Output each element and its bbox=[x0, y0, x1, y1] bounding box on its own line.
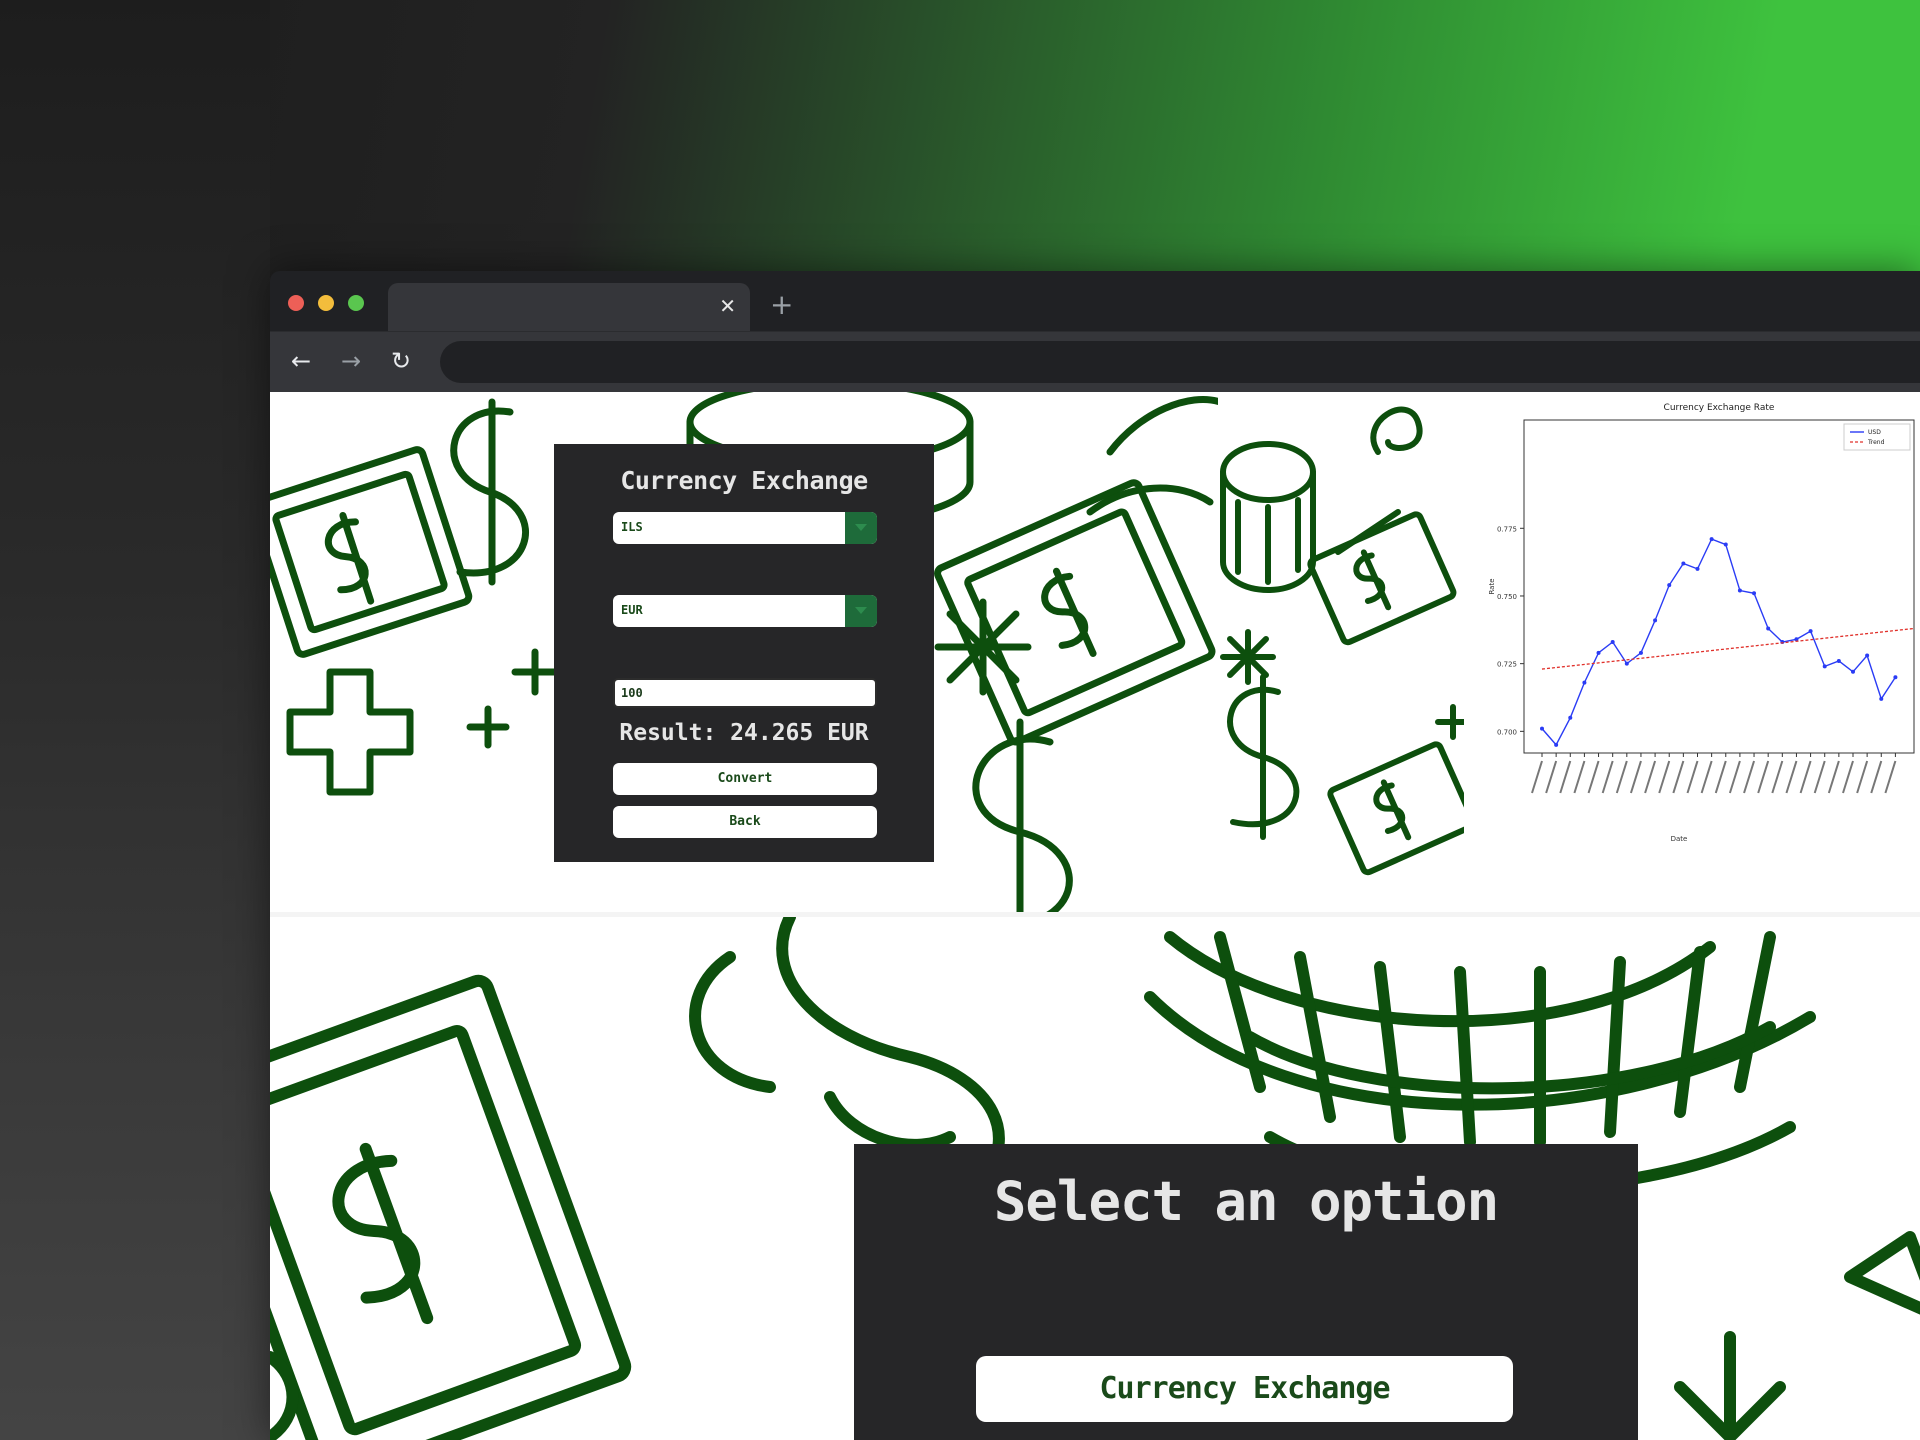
x-tick-label bbox=[1686, 760, 1699, 794]
usd-data-point bbox=[1752, 591, 1757, 596]
browser-tab[interactable]: ✕ bbox=[388, 283, 750, 331]
menu-screenshot-panel: Select an option Currency Exchange bbox=[270, 917, 1920, 1440]
legend-usd-label: USD bbox=[1868, 429, 1881, 436]
browser-window: ✕ + ← → ↻ Currency Exchange ILS EUR 100 … bbox=[270, 271, 1920, 1440]
x-tick-label bbox=[1672, 760, 1685, 794]
select-option-dialog: Select an option Currency Exchange bbox=[854, 1144, 1638, 1440]
usd-series-line bbox=[1541, 538, 1896, 747]
currency-exchange-button[interactable]: Currency Exchange bbox=[976, 1356, 1513, 1422]
back-arrow-icon[interactable]: ← bbox=[286, 346, 316, 376]
x-tick-label bbox=[1884, 760, 1897, 794]
to-currency-select[interactable]: EUR bbox=[613, 595, 877, 627]
forward-arrow-icon[interactable]: → bbox=[336, 346, 366, 376]
x-tick-label bbox=[1785, 760, 1798, 794]
chevron-down-icon[interactable] bbox=[845, 512, 877, 544]
usd-data-point bbox=[1653, 618, 1658, 623]
y-axis-label: Rate bbox=[1488, 578, 1496, 594]
chevron-down-icon[interactable] bbox=[845, 595, 877, 627]
trend-line bbox=[1541, 627, 1915, 670]
usd-data-point bbox=[1822, 664, 1827, 669]
usd-data-point bbox=[1737, 588, 1742, 593]
x-tick-label bbox=[1842, 760, 1854, 794]
usd-data-point bbox=[1610, 640, 1615, 644]
y-tick-label: 0.700 bbox=[1497, 728, 1517, 736]
legend-box bbox=[1843, 423, 1911, 451]
maximize-window-button[interactable] bbox=[348, 295, 364, 311]
x-tick-label bbox=[1813, 760, 1826, 794]
chart-screenshot-panel: Currency Exchange Rate 0.775 0.750 0.725 0.7… bbox=[1218, 392, 1920, 912]
x-tick-label bbox=[1573, 760, 1586, 794]
x-tick-label bbox=[1587, 760, 1600, 794]
minimize-window-button[interactable] bbox=[318, 295, 334, 311]
x-tick-label bbox=[1870, 760, 1883, 794]
y-tick-label: 0.775 bbox=[1497, 525, 1517, 533]
y-tick-label: 0.725 bbox=[1497, 661, 1517, 669]
x-axis-label: Date bbox=[1671, 835, 1688, 843]
exchange-screenshot-panel: Currency Exchange ILS EUR 100 Result: 24… bbox=[270, 392, 1218, 912]
x-tick-label bbox=[1644, 760, 1657, 794]
legend-trend-label: Trend bbox=[1867, 439, 1885, 446]
x-tick-label bbox=[1615, 760, 1628, 794]
usd-data-point bbox=[1836, 658, 1841, 663]
chart-svg: Currency Exchange Rate 0.775 0.750 0.725 0.7… bbox=[1488, 403, 1915, 843]
usd-data-point bbox=[1808, 629, 1813, 634]
amount-value: 100 bbox=[621, 686, 643, 700]
usd-data-point bbox=[1624, 661, 1629, 666]
usd-data-point bbox=[1638, 650, 1643, 655]
from-currency-select[interactable]: ILS bbox=[613, 512, 877, 544]
x-tick-label bbox=[1559, 760, 1572, 794]
usd-data-point bbox=[1540, 726, 1544, 731]
x-tick-label bbox=[1743, 760, 1755, 794]
address-bar[interactable] bbox=[440, 341, 1920, 383]
usd-data-point bbox=[1681, 561, 1686, 566]
x-tick-label bbox=[1757, 760, 1770, 794]
usd-data-point bbox=[1893, 675, 1898, 680]
new-tab-icon[interactable]: + bbox=[770, 291, 793, 319]
usd-data-point bbox=[1709, 537, 1714, 542]
usd-data-point bbox=[1554, 742, 1559, 747]
x-tick-label bbox=[1545, 760, 1558, 794]
exchange-rate-chart: Currency Exchange Rate 0.775 0.750 0.725 0.7… bbox=[1464, 392, 1920, 872]
usd-data-point bbox=[1723, 542, 1728, 547]
usd-data-point bbox=[1596, 650, 1601, 655]
usd-data-point bbox=[1865, 653, 1870, 658]
x-tick-label bbox=[1629, 760, 1642, 794]
from-currency-value: ILS bbox=[621, 520, 643, 534]
nav-bar: ← → ↻ bbox=[270, 331, 1920, 392]
backdrop-left bbox=[0, 0, 270, 1440]
amount-input[interactable]: 100 bbox=[613, 678, 877, 708]
y-tick-label: 0.750 bbox=[1497, 593, 1517, 601]
usd-data-point bbox=[1766, 626, 1771, 631]
tab-bar: ✕ + bbox=[270, 271, 1920, 331]
usd-data-point bbox=[1850, 669, 1855, 674]
convert-button[interactable]: Convert bbox=[613, 763, 877, 795]
dialog-title: Currency Exchange bbox=[620, 466, 868, 495]
x-tick-label bbox=[1827, 760, 1840, 794]
to-currency-value: EUR bbox=[621, 603, 643, 617]
x-tick-label bbox=[1856, 760, 1869, 794]
x-tick-label bbox=[1700, 760, 1713, 794]
usd-data-point bbox=[1879, 696, 1884, 701]
x-tick-label bbox=[1531, 760, 1543, 794]
usd-data-point bbox=[1667, 583, 1672, 588]
x-tick-label bbox=[1714, 760, 1727, 794]
conversion-result: Result: 24.265 EUR bbox=[619, 720, 869, 746]
x-tick-label bbox=[1601, 760, 1614, 794]
currency-exchange-dialog: Currency Exchange ILS EUR 100 Result: 24… bbox=[554, 444, 934, 862]
chart-title: Currency Exchange Rate bbox=[1664, 403, 1775, 413]
x-tick-label bbox=[1799, 760, 1812, 794]
tab-close-icon[interactable]: ✕ bbox=[719, 295, 736, 317]
usd-data-point bbox=[1568, 715, 1573, 720]
x-tick-label bbox=[1771, 760, 1784, 794]
usd-data-point bbox=[1582, 680, 1587, 685]
back-button[interactable]: Back bbox=[613, 806, 877, 838]
usd-data-point bbox=[1695, 566, 1700, 571]
reload-icon[interactable]: ↻ bbox=[386, 346, 416, 376]
select-title: Select an option bbox=[993, 1170, 1499, 1233]
x-tick-label bbox=[1658, 760, 1671, 794]
x-tick-label bbox=[1728, 760, 1741, 794]
page-content: Currency Exchange ILS EUR 100 Result: 24… bbox=[270, 392, 1920, 1440]
close-window-button[interactable] bbox=[288, 295, 304, 311]
plot-frame bbox=[1523, 419, 1915, 754]
